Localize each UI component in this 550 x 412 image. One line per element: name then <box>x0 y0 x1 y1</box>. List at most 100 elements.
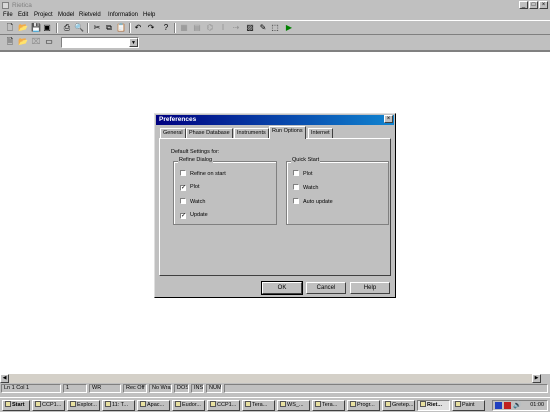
dialog-title: Preferences <box>156 115 394 125</box>
save-icon[interactable]: 💾 <box>31 23 41 33</box>
status-bar: Ln 1 Col 1 1 WR Rec Off No Wrap DOS INS … <box>0 383 550 394</box>
refine-watch-option[interactable]: Watch <box>180 198 205 206</box>
refine-dialog-label: Refine Dialog <box>178 157 214 163</box>
maximize-icon[interactable]: □ <box>529 1 538 9</box>
checkbox[interactable] <box>293 170 299 176</box>
menu-bar: File Edit Project Model Rietveld Informa… <box>0 11 550 20</box>
tab-internet[interactable]: Internet <box>308 128 333 138</box>
status-rec: Rec Off <box>123 384 147 393</box>
chart-icon[interactable]: ▨ <box>245 23 255 33</box>
menu-file[interactable]: File <box>3 12 13 18</box>
refine-update-option[interactable]: ✓ Update <box>180 212 208 220</box>
quick-watch-option[interactable]: Watch <box>293 184 318 192</box>
undo-icon[interactable]: ↶ <box>133 23 143 33</box>
paste-icon[interactable]: 📋 <box>116 23 126 33</box>
status-wrap: No Wrap <box>149 384 172 393</box>
redo-icon[interactable]: ↷ <box>146 23 156 33</box>
refine-on-start-option[interactable]: Refine on start <box>180 170 226 178</box>
task-button[interactable]: 11: T... <box>102 400 135 411</box>
checkbox-checked[interactable]: ✓ <box>180 185 186 191</box>
close-icon[interactable]: × <box>539 1 548 9</box>
checkbox-checked[interactable]: ✓ <box>180 213 186 219</box>
horizontal-scrollbar[interactable]: ◀ ▶ <box>0 374 550 383</box>
tab-instruments[interactable]: Instruments <box>234 128 269 138</box>
quick-plot-option[interactable]: Plot <box>293 170 312 178</box>
task-button[interactable]: CCP1... <box>207 400 240 411</box>
open-folder-icon[interactable]: 📂 <box>18 23 28 33</box>
grid-icon[interactable]: ▦ <box>179 23 189 33</box>
tab-run-options[interactable]: Run Options <box>269 126 306 139</box>
status-ins: INS <box>191 384 204 393</box>
table-icon[interactable]: ▤ <box>192 23 202 33</box>
task-button[interactable]: Eudor... <box>172 400 205 411</box>
copy-icon[interactable]: ⧉ <box>104 23 114 33</box>
dialog-close-icon[interactable]: × <box>384 115 393 123</box>
menu-project[interactable]: Project <box>34 12 53 18</box>
window-icon[interactable]: ▭ <box>44 37 54 47</box>
link-icon[interactable]: ⇢ <box>231 23 241 33</box>
size-grip[interactable] <box>541 374 550 383</box>
cut-icon[interactable]: ✂ <box>92 23 102 33</box>
toolbar-combo[interactable]: ▼ <box>61 37 139 48</box>
chevron-down-icon[interactable]: ▼ <box>129 38 138 47</box>
window-title: Rietica <box>12 2 32 9</box>
task-button[interactable]: Tera... <box>312 400 345 411</box>
status-empty <box>224 384 548 393</box>
task-button-active[interactable]: Riet... <box>417 400 450 411</box>
edit-icon[interactable]: ✎ <box>258 23 268 33</box>
checkbox[interactable] <box>180 198 186 204</box>
scroll-right-icon[interactable]: ▶ <box>532 374 541 383</box>
tab-panel: Default Settings for: Refine Dialog Refi… <box>159 138 391 276</box>
menu-rietveld[interactable]: Rietveld <box>79 12 101 18</box>
terminal-icon <box>315 401 321 407</box>
start-button[interactable]: Start <box>2 400 30 411</box>
status-count: 1 <box>63 384 87 393</box>
help-button[interactable]: Help <box>350 282 390 294</box>
menu-edit[interactable]: Edit <box>18 12 28 18</box>
refine-plot-option[interactable]: ✓ Plot <box>180 184 199 192</box>
tab-general[interactable]: General <box>160 128 186 138</box>
print-preview-icon[interactable]: 🔍 <box>74 23 84 33</box>
checkbox[interactable] <box>293 198 299 204</box>
minimize-icon[interactable]: _ <box>519 1 528 9</box>
task-button[interactable]: Gretep... <box>382 400 415 411</box>
quick-auto-update-option[interactable]: Auto update <box>293 198 333 206</box>
tab-phase-database[interactable]: Phase Database <box>186 128 233 138</box>
task-button[interactable]: Explor... <box>67 400 100 411</box>
menu-help[interactable]: Help <box>143 12 155 18</box>
task-button[interactable]: Paint <box>452 400 485 411</box>
scroll-left-icon[interactable]: ◀ <box>0 374 9 383</box>
task-button[interactable]: Apac... <box>137 400 170 411</box>
checkbox[interactable] <box>293 184 299 190</box>
ftp-icon <box>280 401 286 407</box>
phase-icon[interactable]: ⌬ <box>205 23 215 33</box>
task-button[interactable]: Progr... <box>347 400 380 411</box>
print-icon[interactable]: ⎙ <box>62 23 72 33</box>
quick-start-label: Quick Start <box>291 157 321 163</box>
volume-icon[interactable]: 🔊 <box>513 401 522 409</box>
smiley-icon <box>385 401 391 407</box>
task-button[interactable]: Tera... <box>242 400 275 411</box>
refine-icon[interactable]: ⬚ <box>270 23 280 33</box>
close-document-icon[interactable]: ⌧ <box>31 37 41 47</box>
run-icon[interactable]: ▶ <box>284 23 294 33</box>
checkbox[interactable] <box>180 170 186 176</box>
network-icon[interactable] <box>495 402 502 409</box>
clock: 01:00 <box>530 402 544 408</box>
ok-button[interactable]: OK <box>261 281 303 295</box>
app-icon <box>210 401 216 407</box>
folder-icon <box>35 401 41 407</box>
menu-information[interactable]: Information <box>108 12 138 18</box>
menu-model[interactable]: Model <box>58 12 74 18</box>
monitor-icon[interactable] <box>504 402 511 409</box>
save-all-icon[interactable]: ▣ <box>42 23 52 33</box>
cancel-button[interactable]: Cancel <box>306 282 346 294</box>
help-icon[interactable]: ? <box>161 23 171 33</box>
new-file-icon[interactable]: 🗋 <box>5 23 15 33</box>
task-button[interactable]: WS_... <box>277 400 310 411</box>
cursor-icon[interactable]: I <box>218 23 228 33</box>
document-icon[interactable]: 🗎 <box>5 37 15 47</box>
status-position: Ln 1 Col 1 <box>1 384 61 393</box>
open-icon[interactable]: 📂 <box>18 37 28 47</box>
task-button[interactable]: CCP1... <box>32 400 65 411</box>
